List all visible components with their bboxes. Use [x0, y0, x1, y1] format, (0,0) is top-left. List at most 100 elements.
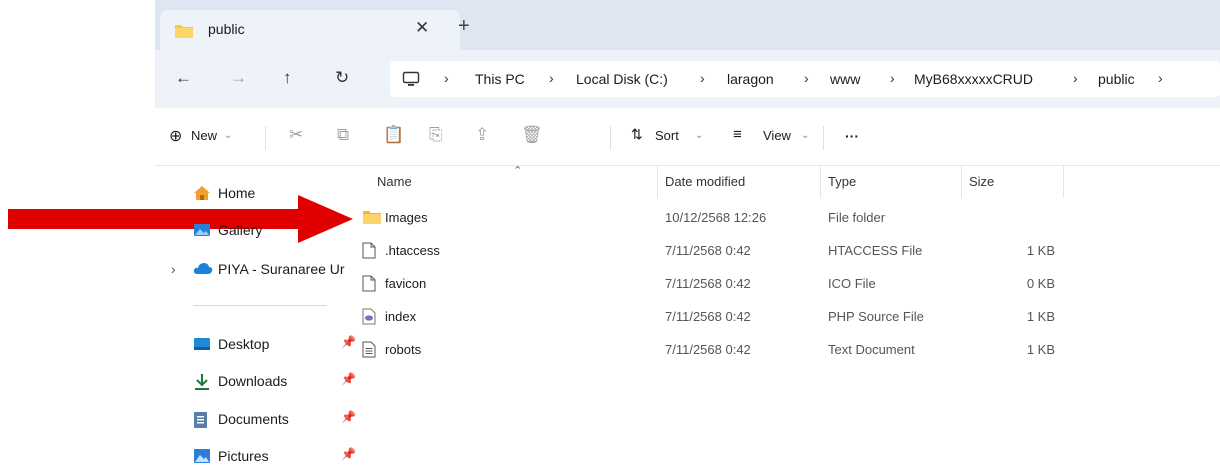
file-type: PHP Source File — [828, 309, 924, 324]
column-header-row: Name ⌃ Date modified Type Size — [345, 165, 1220, 198]
breadcrumb-local-disk[interactable]: Local Disk (C:) — [576, 71, 668, 87]
toolbar-divider — [610, 126, 611, 150]
file-date: 7/11/2568 0:42 — [665, 243, 751, 258]
chevron-right-icon: › — [1073, 70, 1078, 86]
file-type: HTACCESS File — [828, 243, 923, 258]
file-icon — [362, 242, 376, 259]
navigation-bar: ← → ↑ ↻ › This PC › Local Disk (C:) › la… — [155, 50, 1220, 108]
file-type: File folder — [828, 210, 886, 225]
file-size: 0 KB — [1026, 276, 1055, 291]
new-button[interactable]: New — [191, 128, 217, 143]
view-button[interactable]: View — [763, 128, 791, 143]
column-header-date[interactable]: Date modified — [665, 174, 745, 189]
file-date: 7/11/2568 0:42 — [665, 309, 751, 324]
sidebar-item-label: Documents — [218, 411, 289, 427]
file-date: 7/11/2568 0:42 — [665, 276, 751, 291]
chevron-right-icon[interactable]: › — [171, 261, 176, 277]
more-options-button[interactable]: ··· — [845, 128, 859, 144]
tab-title: public — [208, 21, 245, 37]
file-row[interactable]: favicon 7/11/2568 0:42 ICO File 0 KB — [345, 267, 1220, 299]
chevron-right-icon: › — [549, 70, 554, 86]
file-type: Text Document — [828, 342, 915, 357]
navigation-pane: Home Gallery › PIYA - Suranaree Ur Deskt… — [155, 166, 356, 474]
download-icon — [195, 374, 209, 390]
file-date: 10/12/2568 12:26 — [665, 210, 767, 225]
chevron-down-icon: ⌄ — [695, 130, 704, 141]
arrow-left-icon[interactable]: ← — [175, 68, 192, 88]
arrow-right-icon[interactable]: → — [230, 68, 247, 88]
toolbar-divider — [823, 126, 824, 150]
file-row[interactable]: Images 10/12/2568 12:26 File folder — [345, 201, 1220, 233]
tab-public[interactable]: public ✕ — [160, 10, 460, 50]
close-icon[interactable]: ✕ — [415, 18, 429, 38]
sidebar-item-label: Desktop — [218, 336, 270, 352]
sort-icon: ⇅ — [631, 126, 643, 142]
breadcrumb-www[interactable]: www — [830, 71, 860, 87]
file-size: 1 KB — [1026, 309, 1055, 324]
file-name: favicon — [385, 276, 427, 291]
home-icon — [194, 186, 210, 200]
folder-icon — [363, 211, 381, 224]
paste-icon[interactable]: 📋 — [383, 125, 404, 145]
file-row[interactable]: .htaccess 7/11/2568 0:42 HTACCESS File 1… — [345, 234, 1220, 266]
sidebar-item-label: Pictures — [218, 448, 269, 464]
address-bar[interactable]: › This PC › Local Disk (C:) › laragon › … — [390, 61, 1220, 97]
plus-icon[interactable]: + — [458, 15, 470, 38]
file-name: robots — [385, 342, 422, 357]
file-row[interactable]: robots 7/11/2568 0:42 Text Document 1 KB — [345, 333, 1220, 365]
new-icon: ⊕ — [169, 128, 183, 145]
column-divider[interactable] — [961, 166, 962, 198]
file-name: .htaccess — [385, 243, 440, 258]
column-divider[interactable] — [1063, 166, 1064, 198]
chevron-right-icon: › — [700, 70, 705, 86]
share-icon[interactable]: ⇪ — [475, 125, 489, 145]
sort-button[interactable]: Sort — [655, 128, 679, 143]
breadcrumb-project[interactable]: MyB68xxxxxCRUD — [914, 71, 1033, 87]
file-row[interactable]: index 7/11/2568 0:42 PHP Source File 1 K… — [345, 300, 1220, 332]
chevron-right-icon: › — [890, 70, 895, 86]
sidebar-item-label: Home — [218, 185, 256, 201]
sort-ascending-icon: ⌃ — [513, 165, 523, 177]
cloud-icon — [193, 263, 213, 274]
breadcrumb-this-pc[interactable]: This PC — [475, 71, 525, 87]
file-type: ICO File — [828, 276, 876, 291]
rename-icon[interactable]: ⎘ — [429, 125, 443, 145]
php-file-icon — [362, 308, 376, 325]
refresh-icon[interactable]: ↻ — [335, 68, 349, 88]
sidebar-item-label: PIYA - Suranaree Ur — [218, 261, 345, 277]
sidebar-item-label: Gallery — [218, 222, 263, 238]
delete-icon[interactable]: 🗑 — [521, 125, 543, 145]
tab-bar: public ✕ + — [155, 0, 1220, 50]
gallery-icon — [194, 224, 210, 236]
column-header-name[interactable]: Name — [377, 174, 412, 189]
file-explorer-window: public ✕ + ← → ↑ ↻ › This PC › Local Dis… — [155, 0, 1220, 474]
chevron-right-icon: › — [1158, 70, 1163, 86]
column-divider[interactable] — [820, 166, 821, 198]
computer-icon — [402, 71, 420, 86]
file-name: index — [385, 309, 417, 324]
toolbar-divider — [265, 126, 266, 150]
file-size: 1 KB — [1026, 342, 1055, 357]
file-name: Images — [385, 210, 428, 225]
text-file-icon — [362, 341, 376, 358]
file-date: 7/11/2568 0:42 — [665, 342, 751, 357]
sidebar-item-label: Downloads — [218, 373, 288, 389]
arrow-up-icon[interactable]: ↑ — [283, 68, 292, 88]
view-icon: ≡ — [733, 126, 742, 143]
column-header-size[interactable]: Size — [969, 174, 994, 189]
desktop-icon — [194, 338, 210, 350]
copy-icon[interactable]: ⧉ — [337, 125, 349, 145]
cut-icon[interactable]: ✂ — [289, 125, 303, 145]
sidebar-divider — [193, 305, 327, 306]
column-divider[interactable] — [657, 166, 658, 198]
file-icon — [362, 275, 376, 292]
breadcrumb-public[interactable]: public — [1098, 71, 1135, 87]
breadcrumb-laragon[interactable]: laragon — [727, 71, 774, 87]
file-list: Name ⌃ Date modified Type Size Images 10… — [345, 165, 1220, 474]
pictures-icon — [194, 449, 210, 463]
folder-icon — [175, 25, 193, 38]
command-toolbar: ⊕ New ⌄ ✂ ⧉ 📋 ⎘ ⇪ 🗑 ⇅ Sort ⌄ ≡ View ⌄ ··… — [155, 108, 1220, 166]
column-header-type[interactable]: Type — [828, 174, 856, 189]
file-size: 1 KB — [1026, 243, 1055, 258]
chevron-down-icon: ⌄ — [224, 130, 233, 141]
